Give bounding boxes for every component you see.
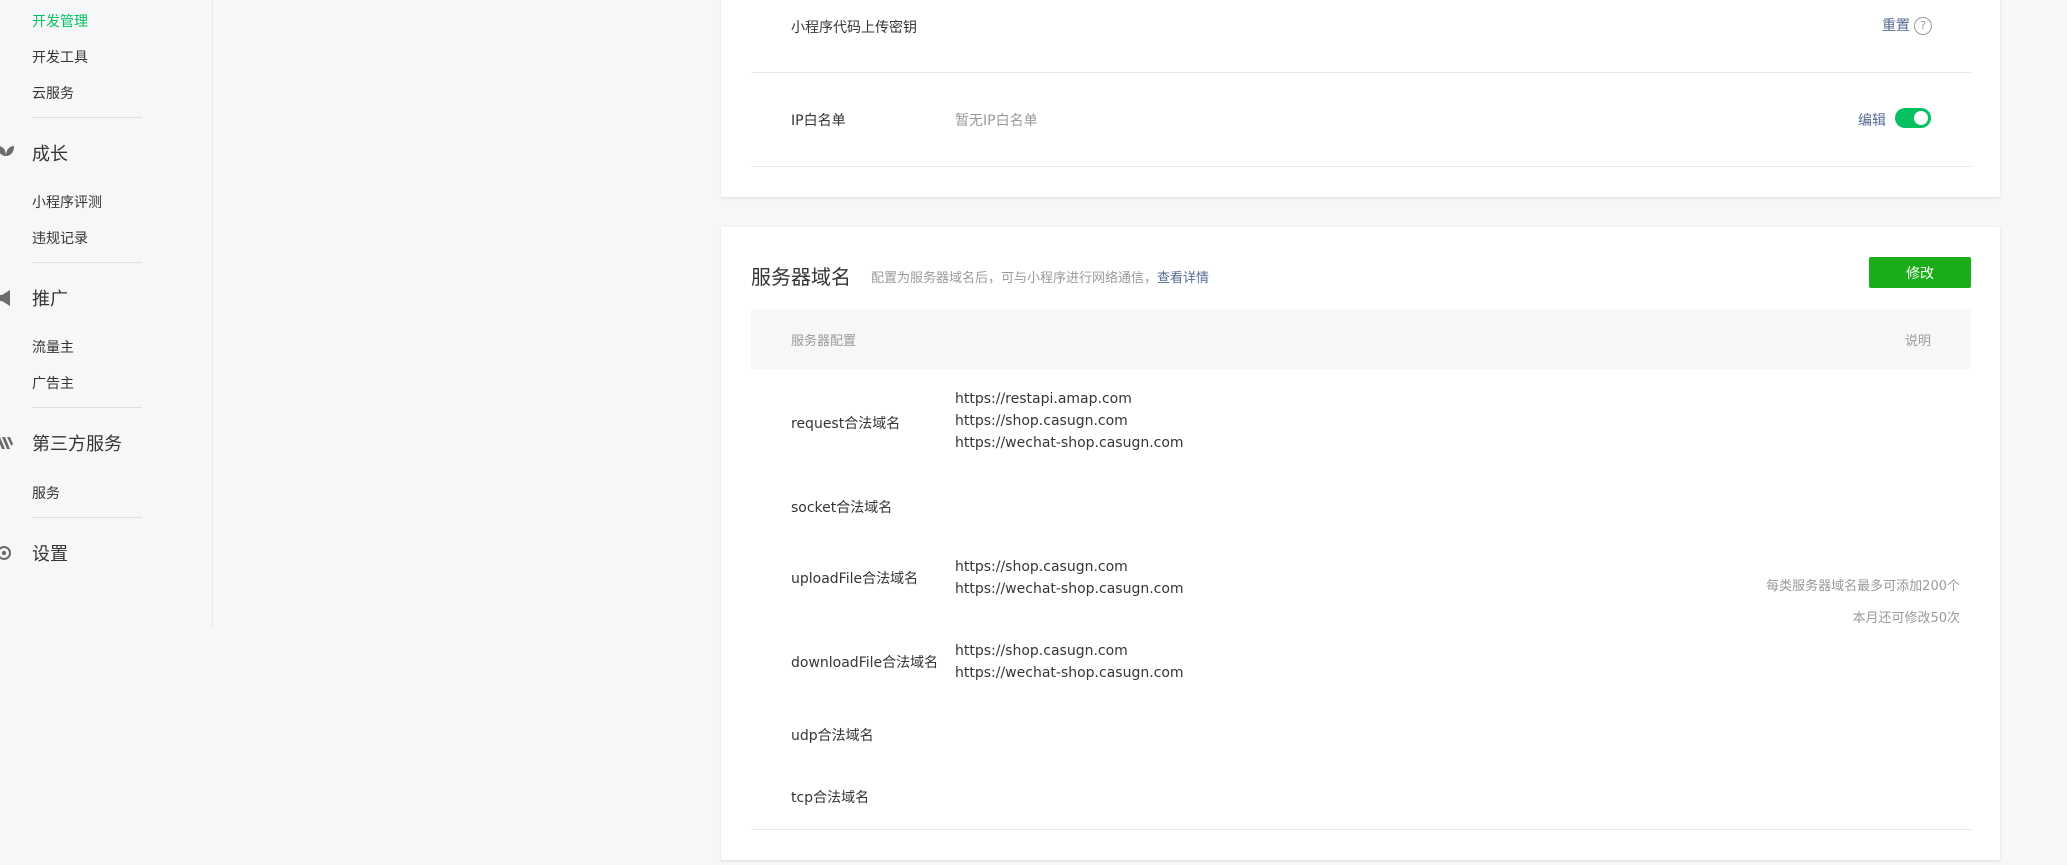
sidebar-item-dev-manage[interactable]: 开发管理: [32, 11, 88, 31]
sidebar-group-settings[interactable]: 设置: [0, 540, 68, 566]
sidebar-divider: [32, 117, 142, 118]
sidebar-item-cloud[interactable]: 云服务: [32, 83, 74, 103]
domain-entry: https://wechat-shop.casugn.com: [955, 665, 1184, 681]
ip-whitelist-value: 暂无IP白名单: [955, 113, 1038, 129]
reset-key-link[interactable]: 重置: [1882, 18, 1910, 34]
row-label-tcp: tcp合法域名: [791, 790, 870, 806]
edit-ip-link[interactable]: 编辑: [1858, 110, 1886, 130]
sidebar-group-third-party[interactable]: 第三方服务: [0, 430, 122, 456]
sidebar-group-title: 第三方服务: [32, 434, 122, 455]
note-line: 每类服务器域名最多可添加200个: [1766, 579, 1960, 594]
sidebar-item-services[interactable]: 服务: [32, 483, 60, 503]
row-divider: [751, 166, 1971, 167]
domain-entry: https://shop.casugn.com: [955, 643, 1128, 659]
dev-settings-card: 小程序代码上传密钥 重置? IP白名单 暂无IP白名单 编辑: [721, 0, 2000, 197]
sidebar-divider: [32, 262, 142, 263]
sidebar-item-violations[interactable]: 违规记录: [32, 228, 88, 248]
upload-key-label: 小程序代码上传密钥: [791, 20, 917, 36]
domain-entry: https://wechat-shop.casugn.com: [955, 581, 1184, 597]
sidebar-group-promo[interactable]: 推广: [0, 285, 68, 311]
sidebar-group-title: 设置: [32, 544, 68, 565]
row-label-udp: udp合法域名: [791, 728, 874, 744]
sidebar-item-review[interactable]: 小程序评测: [32, 192, 102, 212]
row-label-request: request合法域名: [791, 416, 901, 432]
sidebar-group-growth[interactable]: 成长: [0, 140, 68, 166]
sidebar-item-dev-tools[interactable]: 开发工具: [32, 47, 88, 67]
domain-entry: https://shop.casugn.com: [955, 413, 1128, 429]
domain-entry: https://shop.casugn.com: [955, 559, 1128, 575]
upload-key-actions: 重置?: [1882, 15, 1932, 35]
domain-list-downloadfile: https://shop.casugn.com https://wechat-s…: [955, 640, 1184, 684]
sidebar-group-title: 成长: [32, 144, 68, 165]
gear-icon: [0, 546, 11, 560]
description-text: 配置为服务器域名后，可与小程序进行网络通信，: [871, 271, 1158, 286]
row-label-uploadfile: uploadFile合法域名: [791, 571, 919, 587]
row-divider: [751, 72, 1971, 73]
server-domain-card: 服务器域名 配置为服务器域名后，可与小程序进行网络通信，查看详情 修改 服务器配…: [721, 227, 2000, 860]
section-title: 服务器域名: [751, 265, 851, 289]
column-header-note: 说明: [1904, 334, 1931, 349]
sidebar: 开发管理 开发工具 云服务 成长 小程序评测 违规记录 推广 流量主 广告主 第…: [0, 0, 213, 628]
sidebar-item-traffic-owner[interactable]: 流量主: [32, 337, 74, 357]
view-details-link[interactable]: 查看详情: [1157, 271, 1209, 286]
row-label-socket: socket合法域名: [791, 500, 893, 516]
row-label-downloadfile: downloadFile合法域名: [791, 655, 939, 671]
ip-whitelist-toggle[interactable]: [1895, 108, 1931, 128]
modify-button[interactable]: 修改: [1869, 257, 1971, 288]
sidebar-item-advertiser[interactable]: 广告主: [32, 373, 74, 393]
sidebar-divider: [32, 517, 142, 518]
domain-entry: https://wechat-shop.casugn.com: [955, 435, 1184, 451]
domain-notes: 每类服务器域名最多可添加200个 本月还可修改50次: [1766, 571, 1960, 635]
third-party-icon: [0, 437, 13, 449]
leaf-icon: [0, 146, 14, 156]
table-bottom-divider: [751, 829, 1971, 830]
sidebar-group-title: 推广: [32, 289, 68, 310]
column-header-config: 服务器配置: [791, 334, 857, 349]
domain-entry: https://restapi.amap.com: [955, 391, 1132, 407]
sidebar-divider: [32, 407, 142, 408]
section-description: 配置为服务器域名后，可与小程序进行网络通信，查看详情: [871, 267, 1209, 286]
megaphone-icon: [0, 290, 10, 306]
ip-whitelist-label: IP白名单: [791, 113, 846, 129]
help-icon[interactable]: ?: [1914, 17, 1932, 35]
domain-list-request: https://restapi.amap.com https://shop.ca…: [955, 388, 1184, 454]
domain-list-uploadfile: https://shop.casugn.com https://wechat-s…: [955, 556, 1184, 600]
note-line: 本月还可修改50次: [1852, 611, 1960, 626]
toggle-knob: [1914, 111, 1928, 125]
table-header: 服务器配置 说明: [751, 309, 1971, 369]
